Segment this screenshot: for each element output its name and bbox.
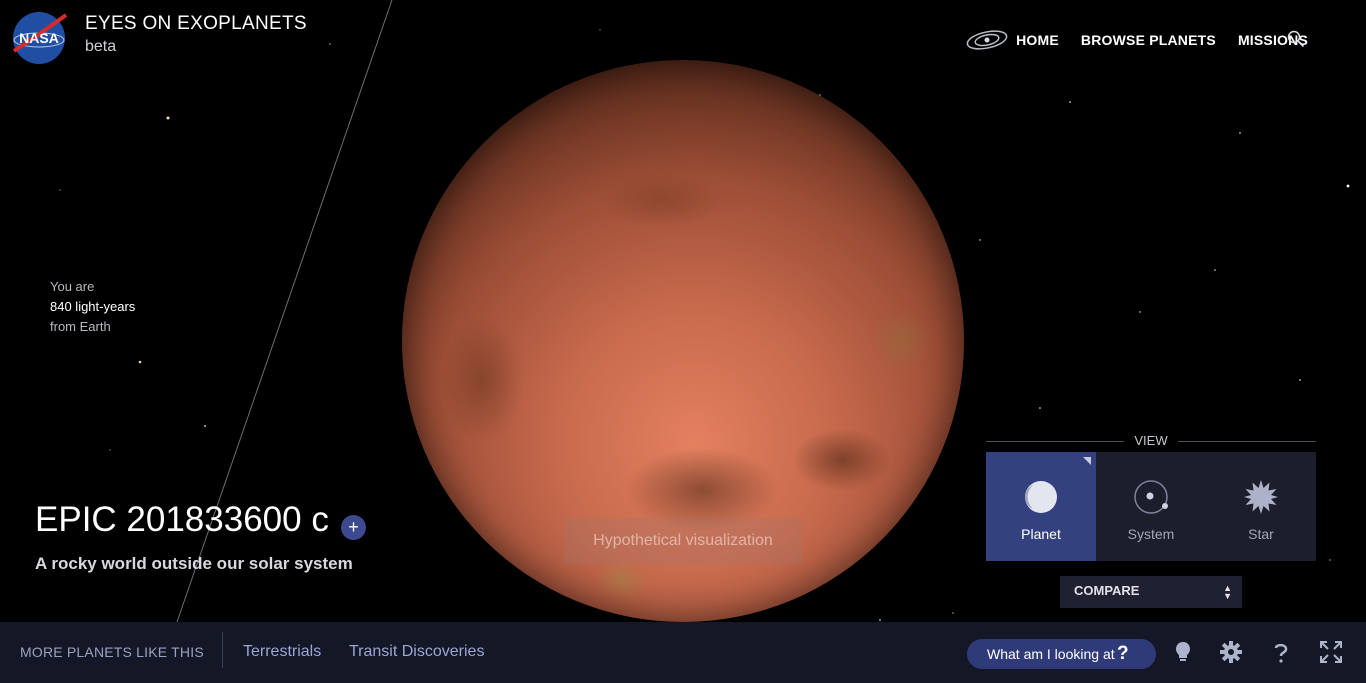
view-planet-label: Planet: [1021, 526, 1061, 542]
view-planet-button[interactable]: Planet: [986, 452, 1096, 561]
lightbulb-icon[interactable]: [1170, 639, 1196, 665]
distance-from-earth: You are 840 light-years from Earth: [50, 277, 135, 337]
question-mark-icon: ?: [1117, 643, 1129, 664]
hypothetical-visualization-label: Hypothetical visualization: [564, 518, 802, 564]
compare-dropdown[interactable]: COMPARE ▲ ▼: [1060, 576, 1242, 608]
looking-label: What am I looking at: [987, 646, 1115, 662]
view-star-button[interactable]: Star: [1206, 452, 1316, 561]
help-icon[interactable]: [1268, 639, 1294, 665]
view-selector: Planet System Star: [986, 452, 1316, 561]
app-subtitle-beta: beta: [85, 38, 117, 55]
top-nav: HOME BROWSE PLANETS MISSIONS: [965, 29, 1308, 51]
galaxy-icon[interactable]: [965, 29, 1009, 51]
category-terrestrials[interactable]: Terrestrials: [243, 643, 321, 661]
category-transit-discoveries[interactable]: Transit Discoveries: [349, 643, 484, 661]
add-to-favorites-button[interactable]: +: [341, 515, 366, 540]
what-am-i-looking-at-button[interactable]: What am I looking at ?: [967, 639, 1156, 669]
nav-browse-planets[interactable]: BROWSE PLANETS: [1081, 32, 1216, 48]
distance-value: 840 light-years: [50, 299, 136, 314]
view-system-button[interactable]: System: [1096, 452, 1206, 561]
planet-icon: [1025, 481, 1057, 513]
planet-tagline: A rocky world outside our solar system: [35, 554, 353, 573]
nasa-logo[interactable]: NASA: [12, 11, 68, 65]
distance-suffix: from Earth: [50, 319, 111, 334]
app-title[interactable]: EYES ON EXOPLANETS: [85, 13, 307, 35]
gear-icon[interactable]: [1218, 639, 1244, 665]
view-system-label: System: [1127, 526, 1175, 542]
view-star-label: Star: [1248, 526, 1274, 542]
nasa-logo-text: NASA: [19, 30, 59, 46]
dropdown-arrows-icon: ▲ ▼: [1223, 583, 1232, 601]
bottom-divider: [222, 632, 223, 668]
nav-home[interactable]: HOME: [1016, 32, 1059, 48]
star-icon: [1244, 480, 1278, 514]
planet-name: EPIC 201833600 c: [35, 500, 329, 539]
view-label: VIEW: [1134, 433, 1168, 448]
search-icon[interactable]: [1287, 30, 1305, 48]
bottom-bar: MORE PLANETS LIKE THIS Terrestrials Tran…: [0, 622, 1366, 683]
active-corner-marker: [1083, 457, 1091, 465]
more-planets-label: MORE PLANETS LIKE THIS: [20, 644, 204, 660]
distance-prefix: You are: [50, 279, 95, 294]
compare-label: COMPARE: [1074, 583, 1140, 598]
fullscreen-icon[interactable]: [1318, 639, 1344, 665]
system-icon: [1134, 480, 1168, 514]
